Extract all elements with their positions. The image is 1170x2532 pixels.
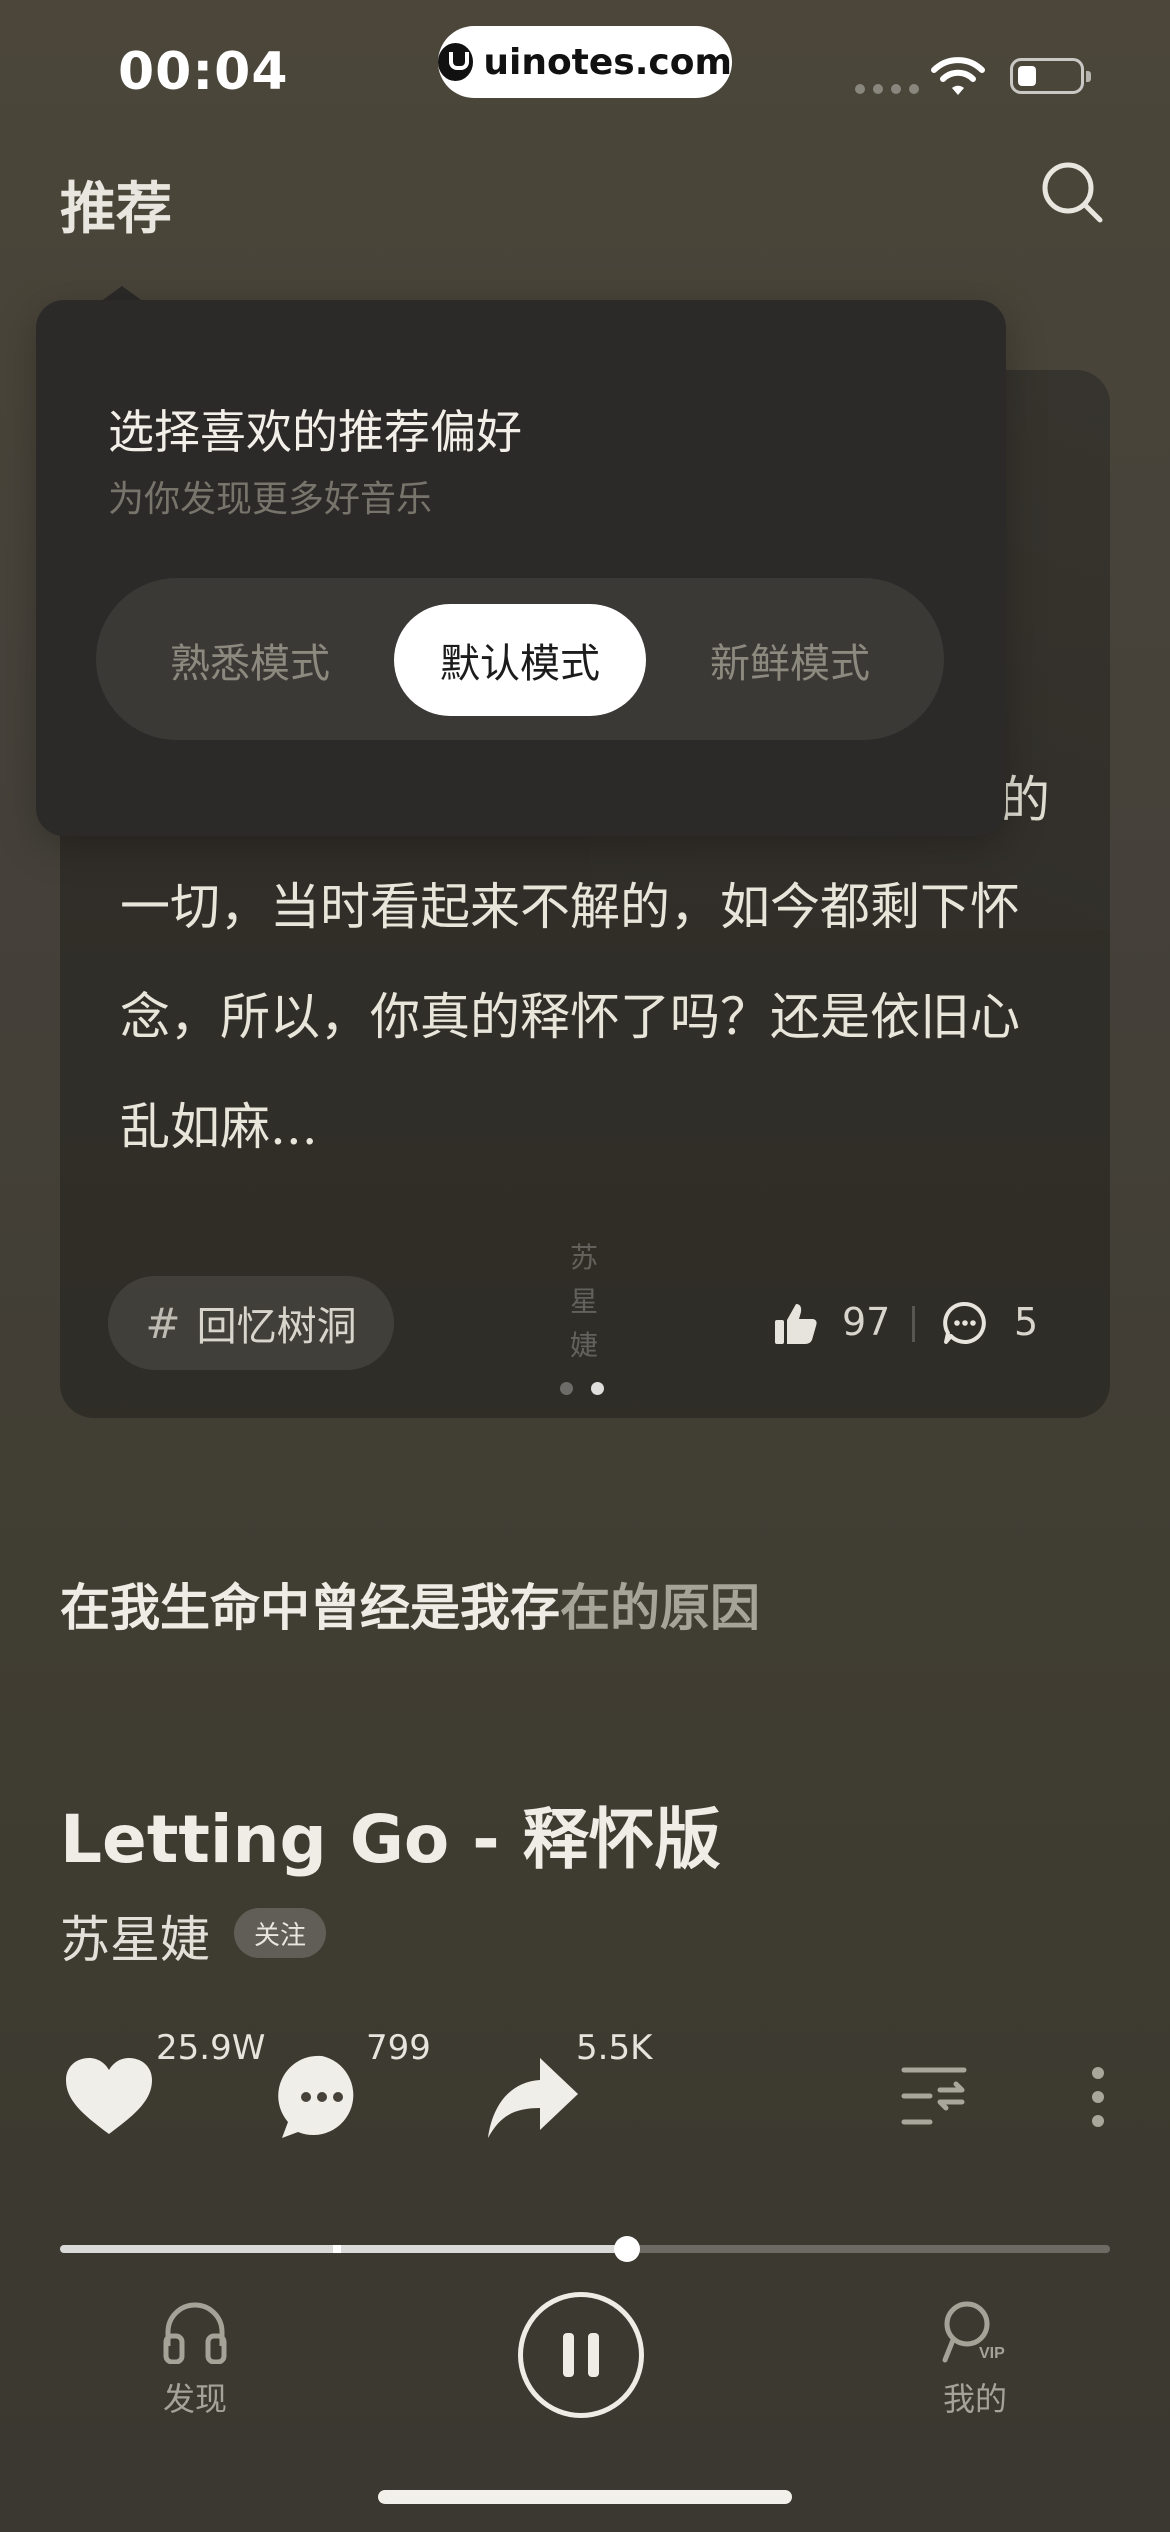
tab-mine[interactable]: VIP 我的 (920, 2300, 1030, 2420)
like-count: 25.9W (156, 2028, 266, 2068)
home-indicator (378, 2490, 792, 2504)
playlist-icon[interactable] (900, 2064, 968, 2128)
divider (912, 1306, 915, 1342)
svg-text:VIP: VIP (979, 2345, 1005, 2362)
battery-icon (1010, 58, 1091, 94)
lyric-upcoming: 在的原因 (560, 1579, 760, 1637)
song-title[interactable]: Letting Go - 释怀版 (60, 1786, 721, 1882)
page-title: 推荐 (60, 177, 172, 242)
pause-button[interactable] (518, 2292, 644, 2418)
mode-familiar[interactable]: 熟悉模式 (124, 604, 376, 716)
headphones-icon (163, 2302, 227, 2364)
mode-default[interactable]: 默认模式 (394, 604, 646, 716)
url-pill: uinotes.com (438, 26, 732, 98)
more-vertical-icon[interactable] (1090, 2066, 1106, 2128)
like-heart-icon[interactable] (62, 2054, 156, 2138)
popover-subtitle: 为你发现更多好音乐 (108, 479, 433, 520)
comment-bubble-icon[interactable] (278, 2054, 366, 2140)
share-arrow-icon[interactable] (484, 2054, 580, 2140)
search-icon[interactable] (1040, 160, 1106, 226)
tab-mine-label: 我的 (942, 2380, 1007, 2418)
card-comment-count: 5 (1014, 1300, 1039, 1344)
current-lyric[interactable]: 在我生命中曾经是我存在的原因 (60, 1568, 760, 1640)
page-dot (560, 1382, 573, 1395)
story-text: 一切，当时看起来不解的，如今都剩下怀念，所以，你真的释怀了吗？还是依旧心乱如麻.… (120, 878, 1020, 1156)
url-text: uinotes.com (483, 41, 732, 83)
card-like-count: 97 (842, 1300, 891, 1344)
popover-title: 选择喜欢的推荐偏好 (108, 405, 522, 459)
vip-profile-icon: VIP (942, 2301, 1005, 2363)
hashtag-icon: # (145, 1298, 181, 1348)
cellular-signal-icon (855, 84, 919, 94)
uinotes-logo-icon (438, 43, 474, 81)
status-time: 00:04 (118, 42, 289, 102)
progress-knob[interactable] (614, 2236, 640, 2262)
topic-label: 回忆树洞 (196, 1304, 357, 1350)
progress-marker (333, 2245, 341, 2253)
progress-fill (60, 2245, 627, 2253)
card-artist-vertical: 苏星婕 (569, 1241, 598, 1362)
pause-bar-icon (563, 2333, 574, 2377)
follow-button[interactable]: 关注 (234, 1908, 326, 1958)
card-page-indicator (560, 1382, 604, 1395)
mode-segmented-control: 熟悉模式 默认模式 新鲜模式 (96, 578, 944, 740)
comment-count: 799 (366, 2028, 431, 2068)
page-dot-active (591, 1382, 604, 1395)
comment-icon[interactable] (942, 1300, 988, 1346)
topic-chip[interactable]: # 回忆树洞 (108, 1276, 394, 1370)
pause-bar-icon (588, 2333, 599, 2377)
tab-discover[interactable]: 发现 (150, 2300, 240, 2420)
tab-discover-label: 发现 (162, 2380, 227, 2418)
preference-popover (36, 300, 1006, 836)
artist-name[interactable]: 苏星婕 (60, 1900, 210, 1972)
share-count: 5.5K (576, 2028, 653, 2068)
thumbs-up-icon[interactable] (772, 1300, 820, 1348)
wifi-icon (931, 57, 985, 95)
lyric-sung: 在我生命中曾经是我存 (60, 1579, 560, 1637)
story-text-partial: 的 (1000, 771, 1050, 829)
mode-fresh[interactable]: 新鲜模式 (664, 604, 916, 716)
